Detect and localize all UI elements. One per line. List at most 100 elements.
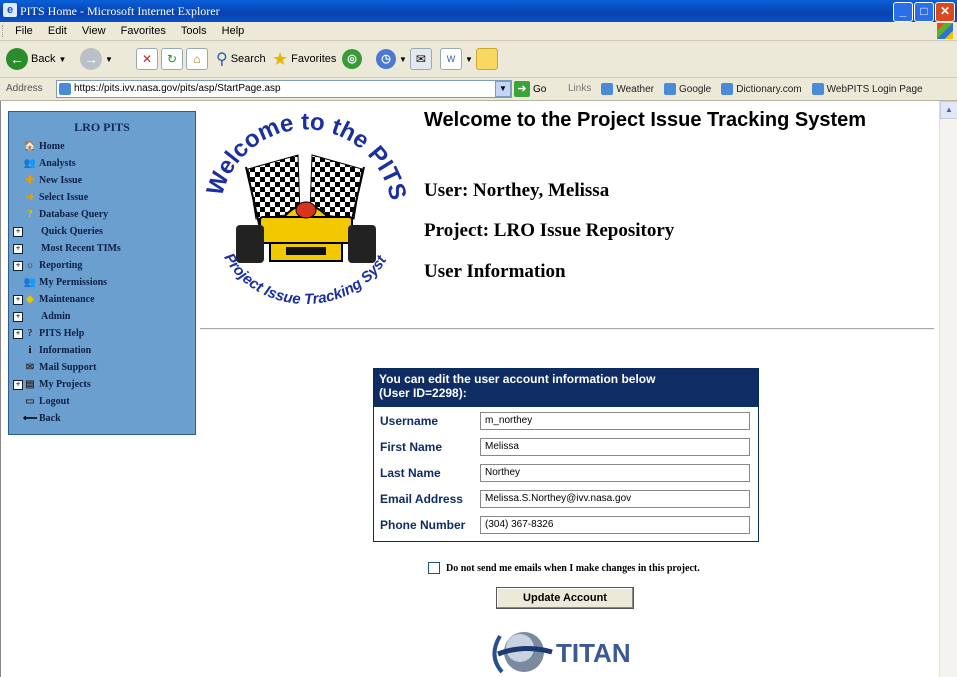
- menu-bar: File Edit View Favorites Tools Help: [0, 22, 957, 41]
- email-label: Email Address: [380, 492, 463, 506]
- query-icon: ?: [27, 208, 33, 220]
- go-button[interactable]: ➔ Go: [514, 81, 546, 97]
- windows-logo-icon: [937, 23, 953, 39]
- sidebar-item-label: Information: [39, 345, 92, 356]
- first-name-label: First Name: [380, 440, 443, 454]
- expand-icon[interactable]: +: [13, 226, 23, 237]
- chevron-down-icon: ▼: [58, 54, 67, 64]
- links-label: Links: [568, 83, 592, 94]
- vertical-scrollbar[interactable]: ▲: [939, 101, 957, 677]
- sidebar-item-my-permissions[interactable]: 👥 My Permissions: [9, 274, 195, 291]
- sidebar-item-information[interactable]: i Information: [9, 342, 195, 359]
- sidebar-item-label: Maintenance: [39, 294, 95, 305]
- minimize-button[interactable]: _: [893, 2, 913, 22]
- reporting-icon: ☼: [25, 259, 35, 271]
- sidebar-item-logout[interactable]: ▭ Logout: [9, 393, 195, 410]
- menubar-grip: [2, 25, 6, 37]
- ie-page-icon: [811, 83, 824, 95]
- info-icon: i: [28, 344, 32, 356]
- link-webpits-login[interactable]: WebPITS Login Page: [811, 83, 923, 95]
- email-optout-checkbox[interactable]: [428, 562, 440, 574]
- expand-icon[interactable]: +: [13, 243, 23, 254]
- sidebar-title: LRO PITS: [74, 120, 130, 134]
- maintenance-icon: ◆: [26, 293, 34, 305]
- address-input[interactable]: https://pits.ivv.nasa.gov/pits/asp/Start…: [56, 80, 512, 98]
- expand-icon[interactable]: +: [13, 260, 23, 271]
- menu-help[interactable]: Help: [216, 22, 251, 37]
- close-button[interactable]: ✕: [935, 2, 955, 22]
- sidebar-item-back[interactable]: ⟵ Back: [9, 410, 195, 427]
- sidebar-item-pits-help[interactable]: +? PITS Help: [9, 325, 195, 342]
- search-button[interactable]: ⚲ Search: [216, 47, 266, 71]
- phone-field[interactable]: (304) 367-8326: [480, 516, 750, 534]
- last-name-row: Last Name Northey: [380, 464, 750, 482]
- sidebar-item-quick-queries[interactable]: + Quick Queries: [9, 223, 195, 240]
- page-title: Welcome to the Project Issue Tracking Sy…: [424, 109, 867, 131]
- forward-button[interactable]: → ▼: [80, 47, 113, 71]
- expand-icon[interactable]: +: [13, 294, 23, 305]
- people-icon: 👥: [23, 276, 37, 288]
- sidebar-item-maintenance[interactable]: + ◆ Maintenance: [9, 291, 195, 308]
- scroll-up-icon[interactable]: ▲: [940, 101, 957, 119]
- media-icon[interactable]: ◎: [342, 49, 362, 69]
- chevron-down-icon: ▼: [465, 54, 473, 64]
- last-name-field[interactable]: Northey: [480, 464, 750, 482]
- link-label: WebPITS Login Page: [826, 83, 923, 95]
- first-name-field[interactable]: Melissa: [480, 438, 750, 456]
- address-label: Address: [6, 83, 43, 94]
- folder-icon[interactable]: [475, 48, 498, 70]
- refresh-icon[interactable]: ↻: [161, 48, 183, 70]
- stop-icon[interactable]: ✕: [136, 48, 158, 70]
- link-dictionary[interactable]: Dictionary.com: [721, 83, 802, 95]
- history-icon[interactable]: ◷: [376, 49, 396, 69]
- email-field[interactable]: Melissa.S.Northey@ivv.nasa.gov: [480, 490, 750, 508]
- form-header-line1: You can edit the user account informatio…: [379, 372, 656, 386]
- sidebar-nav: LRO PITS 🏠 Home 👥 Analysts ✚ New Issue ➜ Select…: [8, 111, 196, 435]
- sidebar-item-label: My Permissions: [39, 277, 108, 288]
- sidebar-item-select-issue[interactable]: ➜ Select Issue: [9, 189, 195, 206]
- go-arrow-icon: ➔: [514, 81, 530, 97]
- expand-icon[interactable]: +: [13, 328, 23, 339]
- username-field[interactable]: m_northey: [480, 412, 750, 430]
- star-icon: ★: [272, 48, 289, 69]
- sidebar-item-mail-support[interactable]: ✉ Mail Support: [9, 359, 195, 376]
- form-header-line2: (User ID=2298):: [379, 386, 467, 400]
- link-google[interactable]: Google: [663, 83, 711, 95]
- projects-icon: ▤: [25, 378, 35, 390]
- sidebar-item-analysts[interactable]: 👥 Analysts: [9, 155, 195, 172]
- logo-top-text: Welcome to the PITS!: [200, 107, 412, 203]
- sidebar-item-label: Database Query: [39, 209, 109, 220]
- phone-label: Phone Number: [380, 518, 466, 532]
- sidebar-item-label: PITS Help: [39, 328, 85, 339]
- address-dropdown-button[interactable]: ▼: [495, 81, 511, 97]
- menu-tools[interactable]: Tools: [175, 22, 213, 37]
- sidebar-item-label: Most Recent TIMs: [41, 243, 121, 254]
- menu-favorites[interactable]: Favorites: [115, 22, 172, 37]
- edit-word-icon[interactable]: W: [440, 48, 462, 70]
- sidebar-item-label: Select Issue: [39, 192, 89, 203]
- favorites-button[interactable]: ★ Favorites: [272, 47, 336, 71]
- expand-icon[interactable]: +: [13, 379, 23, 390]
- window-title: PITS Home - Microsoft Internet Explorer: [20, 4, 220, 18]
- email-optout-row: Do not send me emails when I make change…: [428, 562, 700, 574]
- link-weather[interactable]: Weather: [601, 83, 654, 95]
- ie-app-icon: e: [3, 3, 17, 17]
- home-icon[interactable]: ⌂: [186, 48, 208, 70]
- sidebar-item-my-projects[interactable]: + ▤ My Projects: [9, 376, 195, 393]
- menu-file[interactable]: File: [9, 22, 39, 37]
- sidebar-item-database-query[interactable]: ? Database Query: [9, 206, 195, 223]
- back-button[interactable]: ← Back ▼: [6, 47, 66, 71]
- update-account-button[interactable]: Update Account: [496, 587, 634, 609]
- expand-icon[interactable]: +: [13, 311, 23, 322]
- sidebar-item-most-recent-tims[interactable]: + Most Recent TIMs: [9, 240, 195, 257]
- sidebar-item-reporting[interactable]: + ☼ Reporting: [9, 257, 195, 274]
- sidebar-item-home[interactable]: 🏠 Home: [9, 138, 195, 155]
- mail-icon[interactable]: ✉: [409, 48, 432, 70]
- sidebar-item-admin[interactable]: + Admin: [9, 308, 195, 325]
- maximize-button[interactable]: □: [914, 2, 934, 22]
- menu-edit[interactable]: Edit: [42, 22, 73, 37]
- window-titlebar: e PITS Home - Microsoft Internet Explore…: [0, 0, 957, 22]
- menu-view[interactable]: View: [76, 22, 112, 37]
- sidebar-item-new-issue[interactable]: ✚ New Issue: [9, 172, 195, 189]
